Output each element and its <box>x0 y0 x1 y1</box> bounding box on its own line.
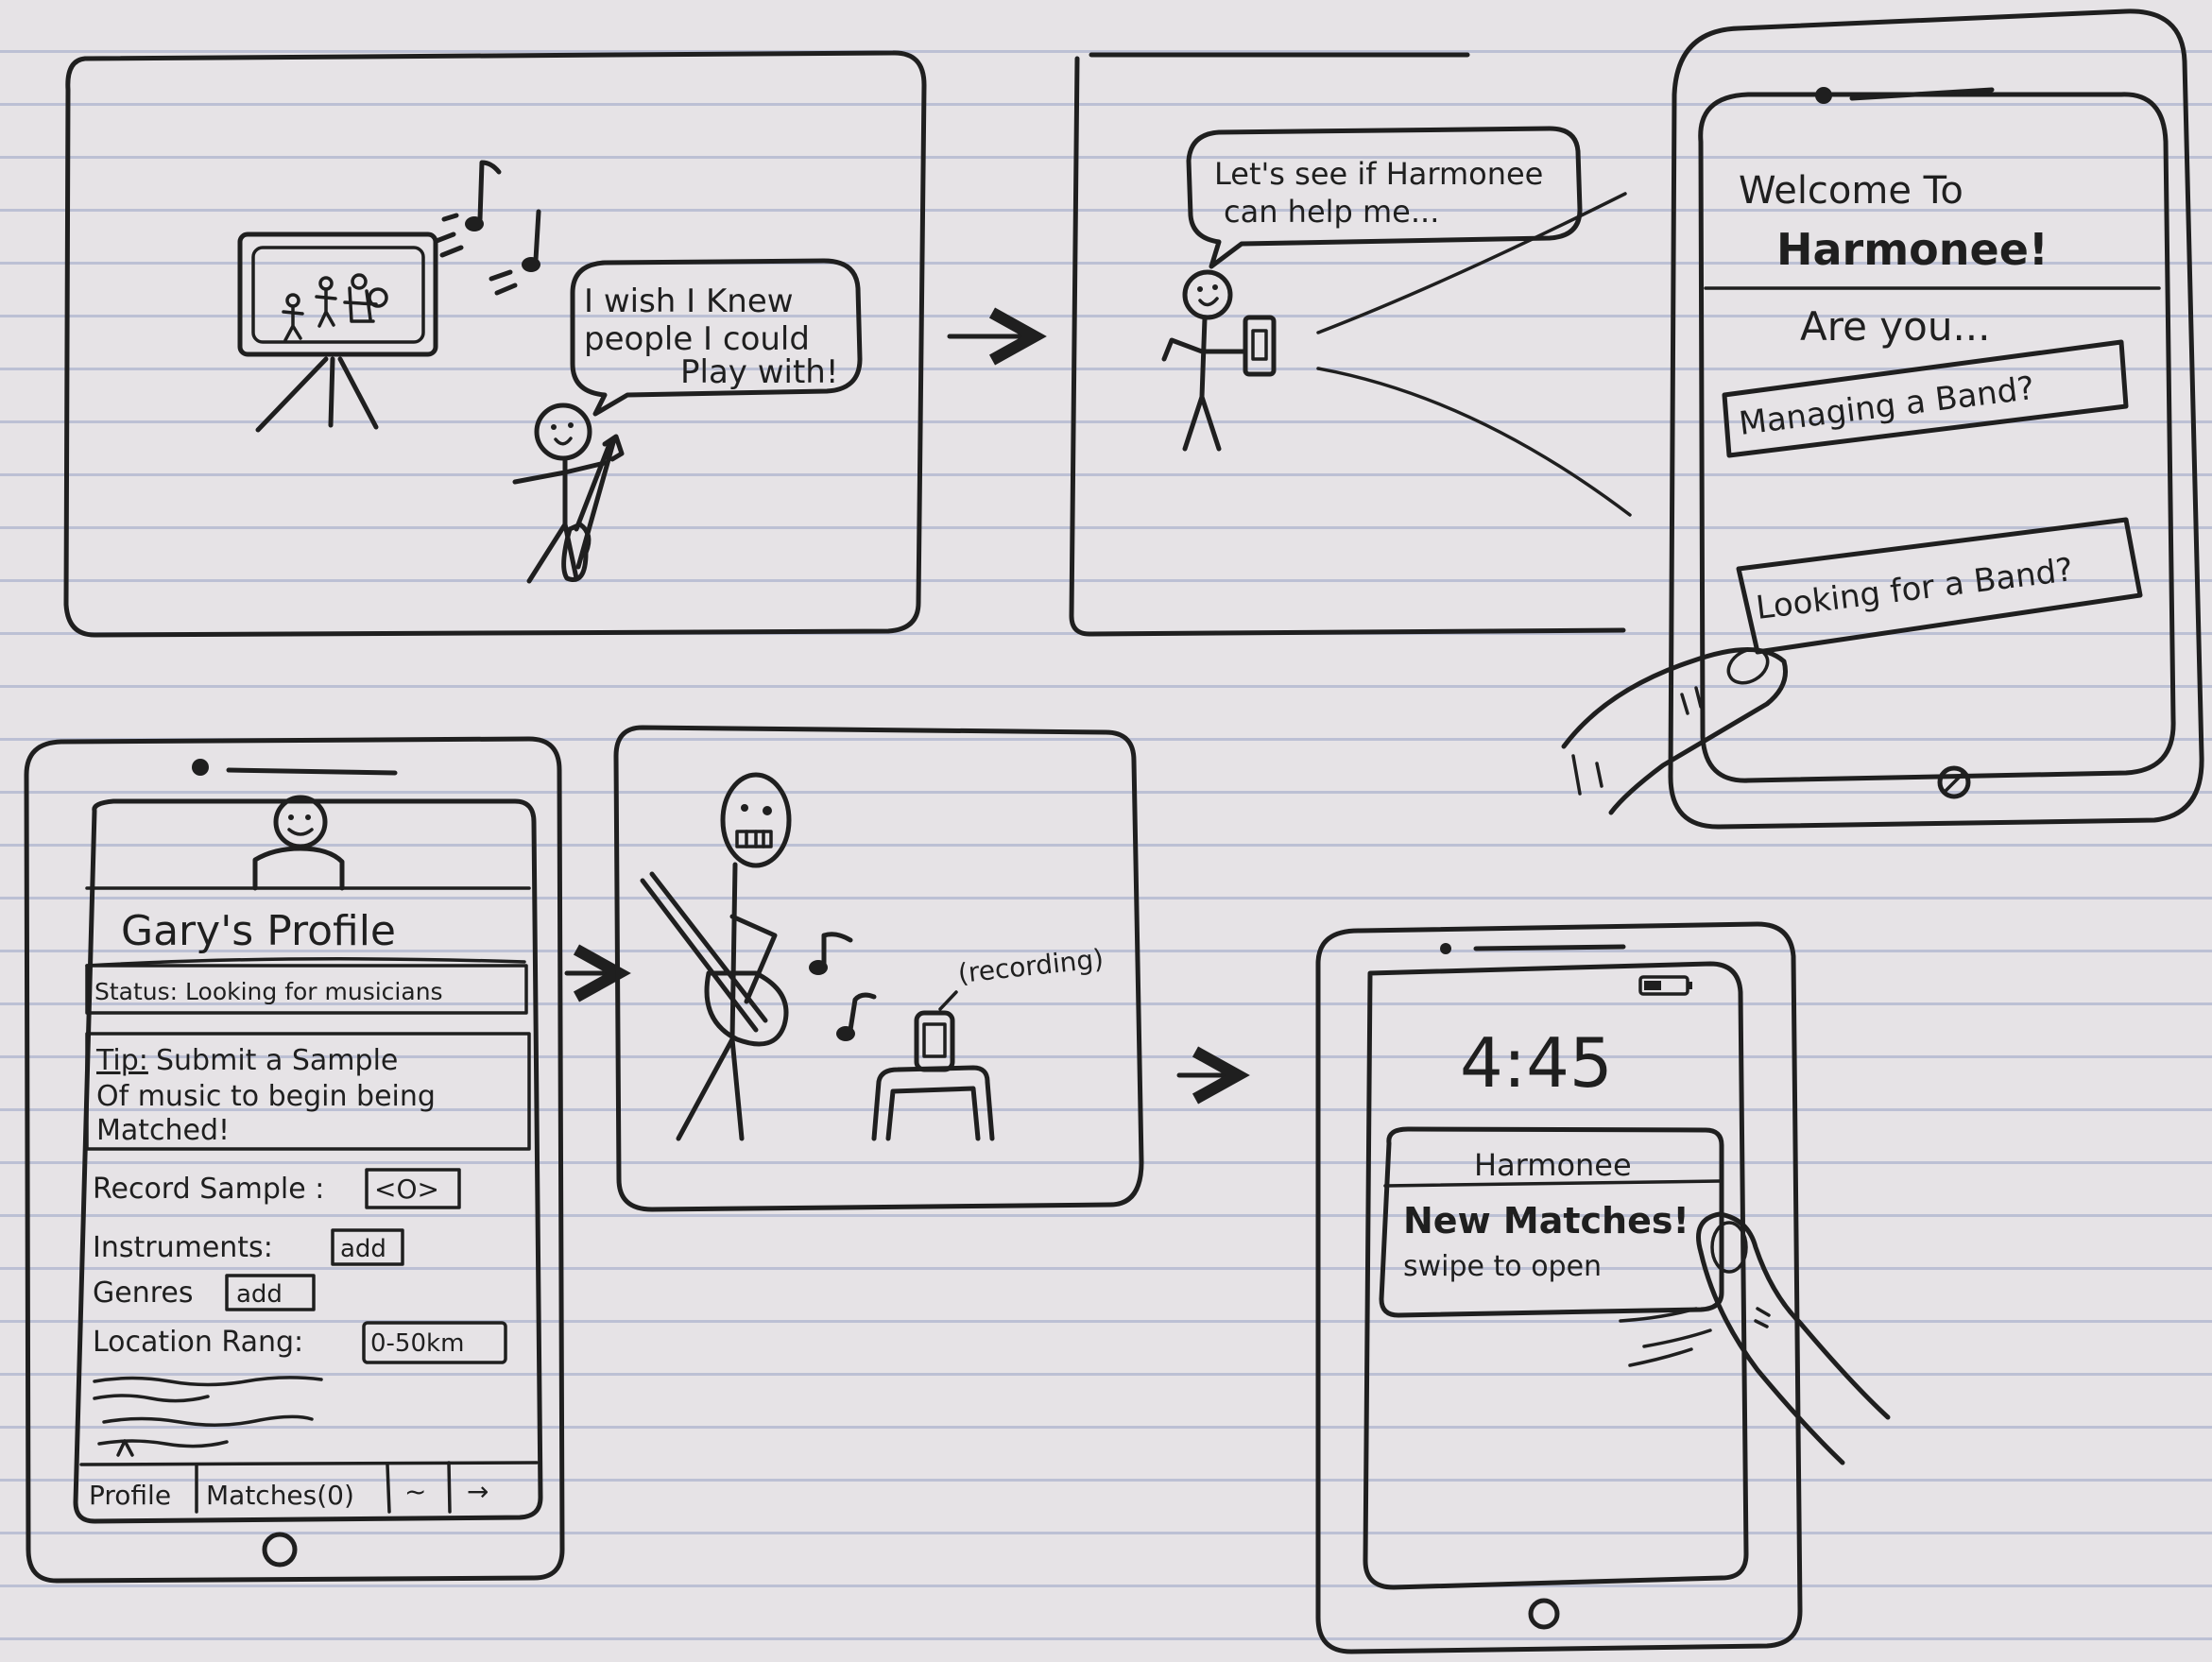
tab-profile[interactable]: Profile <box>89 1480 171 1511</box>
placeholder-lines <box>93 1376 323 1457</box>
person-with-phone <box>1161 269 1277 452</box>
bubble-1-line-2: people I could <box>584 320 810 358</box>
tab-next[interactable]: → <box>467 1476 489 1507</box>
tip-label: Tip: <box>95 1044 148 1077</box>
bubble-2-line-1: Let's see if Harmonee <box>1214 156 1543 192</box>
location-label: Location Rang: <box>93 1326 303 1359</box>
location-range-value: 0-50km <box>370 1329 464 1358</box>
bubble-1-line-3: Play with! <box>680 353 838 391</box>
location-range-field[interactable]: 0-50km <box>362 1321 507 1364</box>
looking-band-button[interactable]: Looking for a Band? <box>1736 517 2143 655</box>
app-title: Harmonee! <box>1776 224 2049 275</box>
genres-label: Genres <box>93 1276 193 1310</box>
managing-band-label: Managing a Band? <box>1737 369 2036 443</box>
instruments-label: Instruments: <box>93 1231 273 1264</box>
bubble-2-line-2: can help me... <box>1224 194 1439 230</box>
status-row: Status: Looking for musicians <box>85 964 528 1015</box>
genres-add-button[interactable]: add <box>225 1274 316 1311</box>
phone-4-frame <box>24 736 565 1584</box>
music-notes-2 <box>809 932 877 1041</box>
tab-more[interactable]: ~ <box>404 1476 426 1507</box>
annotation-pointer <box>938 990 958 1011</box>
musician-figure <box>640 772 792 1141</box>
record-sample-label: Record Sample : <box>93 1173 324 1206</box>
tv-screen <box>237 231 438 357</box>
welcome-line-1: Welcome To <box>1739 169 1963 213</box>
record-button-label: <O> <box>374 1174 439 1205</box>
notification-hint: swipe to open <box>1403 1250 1602 1283</box>
tip-box: Tip: Submit a Sample Of music to begin b… <box>85 1032 531 1151</box>
managing-band-button[interactable]: Managing a Band? <box>1722 339 2129 458</box>
recording-phone <box>871 1010 995 1141</box>
recording-annotation: (recording) <box>956 943 1105 989</box>
bubble-1-line-1: I wish I Knew <box>584 283 794 320</box>
guitarist-figure <box>512 403 625 584</box>
lock-screen-time: 4:45 <box>1460 1023 1613 1103</box>
music-notes <box>434 160 541 296</box>
instruments-add-button[interactable]: add <box>331 1228 404 1266</box>
are-you-prompt: Are you... <box>1800 303 1991 350</box>
profile-avatar <box>252 795 345 891</box>
instruments-add-label: add <box>340 1235 386 1263</box>
notification-card[interactable]: Harmonee New Matches! swipe to open <box>1379 1126 1724 1318</box>
tip-line-3: Matched! <box>96 1114 230 1147</box>
status-text: Status: Looking for musicians <box>94 978 443 1005</box>
tip-line-2: Of music to begin being <box>96 1080 436 1113</box>
genres-add-label: add <box>236 1280 283 1309</box>
profile-title: Gary's Profile <box>121 907 396 955</box>
panel-2-frame <box>1069 52 1626 637</box>
notification-app-name: Harmonee <box>1474 1147 1632 1183</box>
tab-matches[interactable]: Matches(0) <box>206 1480 354 1511</box>
record-sample-button[interactable]: <O> <box>365 1168 461 1209</box>
tip-line-1: Submit a Sample <box>156 1044 398 1077</box>
tv-stand <box>255 356 379 433</box>
swiping-finger <box>1619 1211 1891 1465</box>
tapping-finger <box>1561 647 1788 815</box>
notification-message: New Matches! <box>1403 1200 1689 1242</box>
